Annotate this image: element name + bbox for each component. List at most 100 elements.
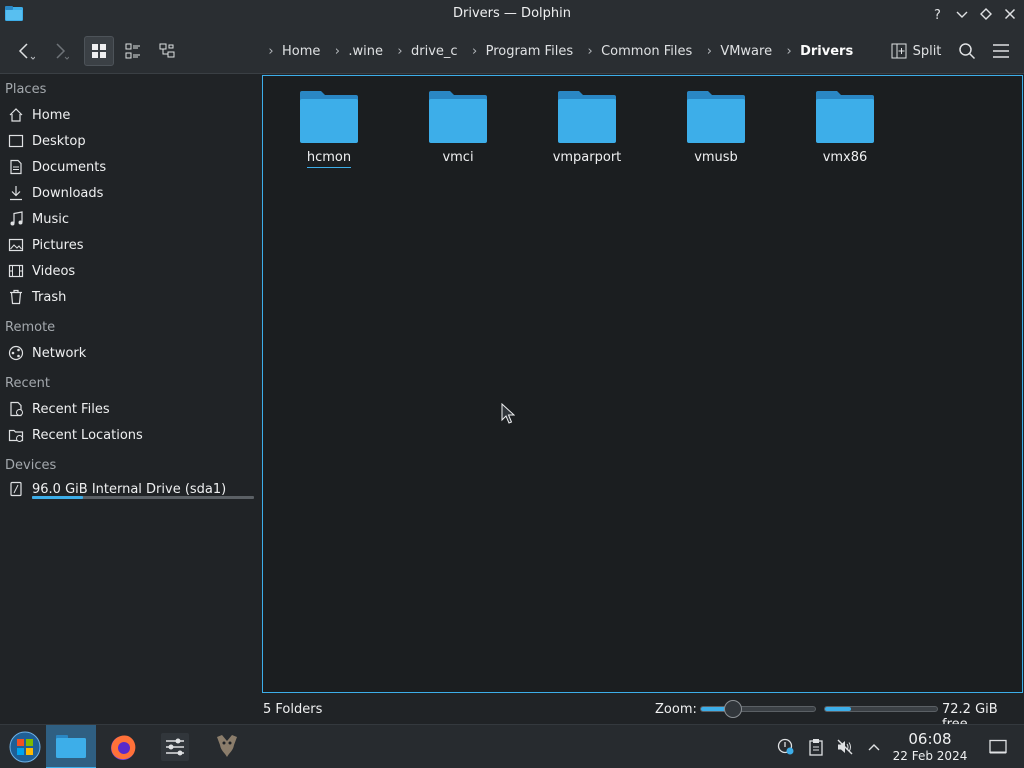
close-icon[interactable] <box>1000 4 1020 24</box>
chevron-right-icon: › <box>268 43 274 59</box>
firefox-icon <box>111 735 136 760</box>
tray-clipboard-icon[interactable] <box>806 737 826 757</box>
maximize-icon[interactable] <box>976 4 996 24</box>
sidebar-item-videos[interactable]: Videos <box>7 260 75 282</box>
home-icon <box>7 106 25 124</box>
breadcrumb-wine[interactable]: › .wine <box>328 44 391 59</box>
taskbar: 06:08 22 Feb 2024 <box>0 724 1024 768</box>
wine-glass-icon <box>217 735 237 757</box>
free-space-bar <box>824 706 938 712</box>
film-icon <box>7 262 25 280</box>
sidebar-item-music[interactable]: Music <box>7 208 69 230</box>
search-button[interactable] <box>952 36 982 66</box>
sidebar-item-trash[interactable]: Trash <box>7 286 66 308</box>
sidebar-item-pictures[interactable]: Pictures <box>7 234 83 256</box>
sidebar-item-documents[interactable]: Documents <box>7 156 106 178</box>
folder-icon <box>558 91 616 143</box>
folder-name: vmci <box>442 150 474 165</box>
tray-updates-icon[interactable] <box>776 737 796 757</box>
breadcrumb-home[interactable]: › Home <box>262 44 328 59</box>
minimize-icon[interactable] <box>952 4 972 24</box>
breadcrumb-vmware[interactable]: › VMware <box>700 44 780 59</box>
title-bar: Drivers — Dolphin ? <box>0 0 1024 28</box>
compact-view-icon <box>125 43 140 59</box>
details-view-button[interactable] <box>152 36 182 66</box>
file-view[interactable]: hcmon vmci vmparport vmusb vmx86 <box>262 75 1023 693</box>
chevron-right-icon: › <box>786 43 792 59</box>
help-icon[interactable]: ? <box>928 4 948 24</box>
breadcrumb-drivers[interactable]: › Drivers <box>780 44 861 59</box>
compact-view-button[interactable] <box>118 36 148 66</box>
breadcrumb: › Home › .wine › drive_c › Program Files › Co… <box>262 40 861 62</box>
tray-volume-muted-icon[interactable] <box>835 737 855 757</box>
menu-button[interactable] <box>986 36 1016 66</box>
clock-time[interactable]: 06:08 <box>890 730 970 748</box>
chevron-right-icon: › <box>471 43 478 59</box>
breadcrumb-drive-c[interactable]: › drive_c <box>391 44 466 59</box>
breadcrumb-program-files[interactable]: › Program Files <box>466 44 582 59</box>
zoom-label: Zoom: <box>655 702 697 717</box>
folder-item[interactable]: vmparport <box>537 90 637 167</box>
recent-files-icon <box>7 400 25 418</box>
recent-locations-icon <box>7 426 25 444</box>
download-icon <box>7 184 25 202</box>
taskbar-dolphin[interactable] <box>46 725 96 768</box>
split-view-icon <box>891 43 907 59</box>
sidebar-item-network[interactable]: Network <box>7 342 86 364</box>
places-section-title: Places <box>5 82 47 97</box>
remote-section-title: Remote <box>5 320 56 335</box>
folder-item[interactable]: vmusb <box>666 90 766 167</box>
chevron-right-icon: › <box>397 43 403 59</box>
svg-text:?: ? <box>934 8 941 21</box>
sidebar-item-home[interactable]: Home <box>7 104 70 126</box>
icons-view-button[interactable] <box>84 36 114 66</box>
split-button[interactable]: Split <box>886 36 946 66</box>
taskbar-wine[interactable] <box>202 725 252 768</box>
show-desktop-icon[interactable] <box>988 737 1008 757</box>
drive-usage-fill <box>32 496 83 499</box>
forward-button[interactable] <box>44 36 74 66</box>
network-icon <box>7 344 25 362</box>
tray-expand-chevron-icon[interactable] <box>864 737 884 757</box>
folder-item[interactable]: hcmon <box>279 90 379 168</box>
settings-sliders-icon <box>161 733 189 761</box>
recent-section-title: Recent <box>5 376 50 391</box>
breadcrumb-common-files[interactable]: › Common Files <box>581 44 700 59</box>
sidebar-item-downloads[interactable]: Downloads <box>7 182 103 204</box>
folder-item[interactable]: vmx86 <box>795 90 895 167</box>
sidebar-item-recent-locations[interactable]: Recent Locations <box>7 424 143 446</box>
status-bar: 5 Folders Zoom: 72.2 GiB free <box>262 694 1024 732</box>
picture-icon <box>7 236 25 254</box>
clock-date[interactable]: 22 Feb 2024 <box>890 749 970 763</box>
search-icon <box>959 43 976 60</box>
folder-icon <box>687 91 745 143</box>
tree-view-icon <box>159 43 175 58</box>
zoom-slider[interactable] <box>700 700 816 718</box>
chevron-right-icon: › <box>706 43 712 59</box>
sidebar-item-desktop[interactable]: Desktop <box>7 130 86 152</box>
sidebar-item-recent-files[interactable]: Recent Files <box>7 398 110 420</box>
desktop-icon <box>7 132 25 150</box>
places-panel: Places Home Desktop Documents Downloads … <box>0 74 262 694</box>
taskbar-system-settings[interactable] <box>150 725 200 768</box>
documents-icon <box>7 158 25 176</box>
chevron-right-icon: › <box>587 43 593 59</box>
music-note-icon <box>7 210 25 228</box>
folder-item[interactable]: vmci <box>408 90 508 167</box>
drive-icon <box>7 480 25 498</box>
folder-icon <box>816 91 874 143</box>
taskbar-firefox[interactable] <box>98 725 148 768</box>
zoom-slider-handle[interactable] <box>724 700 742 718</box>
split-button-label: Split <box>912 43 942 59</box>
chevron-right-icon: › <box>334 43 340 59</box>
toolbar: › Home › .wine › drive_c › Program Files › Co… <box>0 28 1024 74</box>
free-space-fill <box>825 707 851 711</box>
back-button[interactable] <box>10 36 40 66</box>
folder-name: vmparport <box>552 150 622 165</box>
folder-name: vmusb <box>694 150 738 165</box>
start-menu-button[interactable] <box>0 725 50 768</box>
start-orb-icon <box>9 731 41 763</box>
devices-section-title: Devices <box>5 458 57 473</box>
trash-icon <box>7 288 25 306</box>
folder-name: vmx86 <box>822 150 868 165</box>
